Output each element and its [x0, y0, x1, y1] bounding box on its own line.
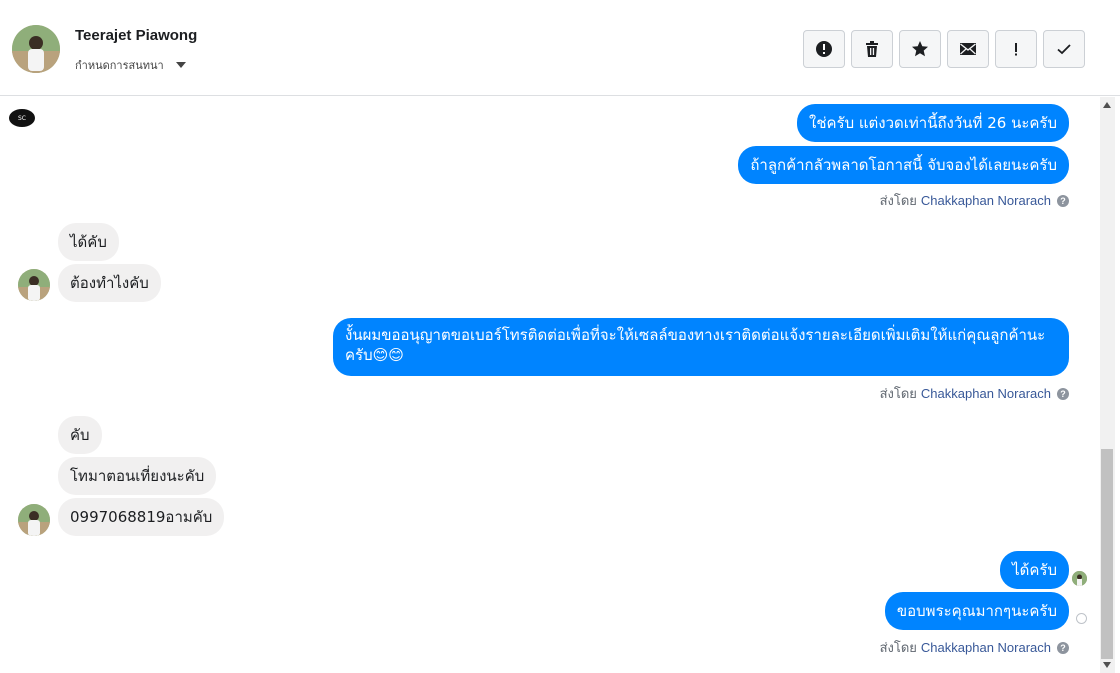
sent-by-prefix: ส่งโดย	[879, 386, 917, 401]
mark-unread-button[interactable]	[947, 30, 989, 68]
sent-by-prefix: ส่งโดย	[879, 640, 917, 655]
message-bubble[interactable]: ได้ครับ	[1000, 551, 1069, 589]
contact-name[interactable]: Teerajet Piawong	[75, 27, 197, 44]
assign-label: กำหนดการสนทนา	[75, 59, 164, 72]
checkmark-icon	[1057, 44, 1071, 55]
contact-avatar	[18, 269, 50, 301]
message-bubble[interactable]: 0997068819อามคับ	[58, 498, 225, 536]
agent-name[interactable]: Chakkaphan Norarach	[921, 193, 1051, 208]
page-avatar: SC	[9, 109, 35, 127]
help-icon[interactable]: ?	[1057, 194, 1069, 207]
sent-by-prefix: ส่งโดย	[879, 193, 917, 208]
alert-circle-icon	[816, 41, 832, 57]
agent-name[interactable]: Chakkaphan Norarach	[921, 386, 1051, 401]
help-icon[interactable]: ?	[1057, 641, 1069, 654]
scroll-up-arrow-icon[interactable]	[1103, 102, 1111, 108]
message-line: งั้นผมขออนุญาตขอเบอร์โทรติดต่อเพื่อที่จะ…	[345, 326, 1046, 344]
mark-done-button[interactable]	[1043, 30, 1085, 68]
contact-avatar[interactable]	[12, 25, 60, 73]
star-icon	[912, 41, 928, 57]
message-bubble[interactable]: งั้นผมขออนุญาตขอเบอร์โทรติดต่อเพื่อที่จะ…	[333, 318, 1069, 376]
scroll-down-arrow-icon[interactable]	[1103, 662, 1111, 668]
trash-icon	[866, 41, 878, 57]
message-line: ครับ😊😊	[345, 346, 404, 364]
chevron-down-icon	[175, 62, 186, 68]
exclamation-icon	[1015, 43, 1017, 56]
scrollbar-thumb[interactable]	[1101, 449, 1113, 659]
agent-name[interactable]: Chakkaphan Norarach	[921, 640, 1051, 655]
help-icon[interactable]: ?	[1057, 387, 1069, 400]
contact-avatar	[18, 504, 50, 536]
spam-button[interactable]	[803, 30, 845, 68]
message-bubble[interactable]: โทมาตอนเที่ยงนะคับ	[58, 457, 217, 495]
scrollbar[interactable]	[1100, 97, 1115, 673]
sent-by-label: ส่งโดย Chakkaphan Norarach ?	[880, 383, 1069, 404]
message-bubble[interactable]: คับ	[58, 416, 102, 454]
conversation-header: Teerajet Piawong กำหนดการสนทนา	[0, 0, 1120, 96]
message-bubble[interactable]: ได้คับ	[58, 223, 119, 261]
sent-by-label: ส่งโดย Chakkaphan Norarach ?	[880, 190, 1069, 211]
delete-button[interactable]	[851, 30, 893, 68]
follow-up-button[interactable]	[995, 30, 1037, 68]
message-bubble[interactable]: ใช่ครับ แต่งวดเท่านี้ถึงวันที่ 26 นะครับ	[797, 104, 1069, 142]
sent-by-label: ส่งโดย Chakkaphan Norarach ?	[880, 637, 1069, 658]
assign-conversation-dropdown[interactable]: กำหนดการสนทนา	[75, 56, 186, 74]
envelope-icon	[960, 43, 976, 55]
delivered-check-icon	[1076, 613, 1087, 624]
star-button[interactable]	[899, 30, 941, 68]
conversation-toolbar	[803, 30, 1085, 68]
message-bubble[interactable]: ต้องทำไงคับ	[58, 264, 161, 302]
message-bubble[interactable]: ถ้าลูกค้ากลัวพลาดโอกาสนี้ จับจองได้เลยนะ…	[738, 146, 1069, 184]
message-bubble[interactable]: ขอบพระคุณมากๆนะครับ	[884, 592, 1069, 630]
seen-by-avatar	[1072, 571, 1087, 586]
